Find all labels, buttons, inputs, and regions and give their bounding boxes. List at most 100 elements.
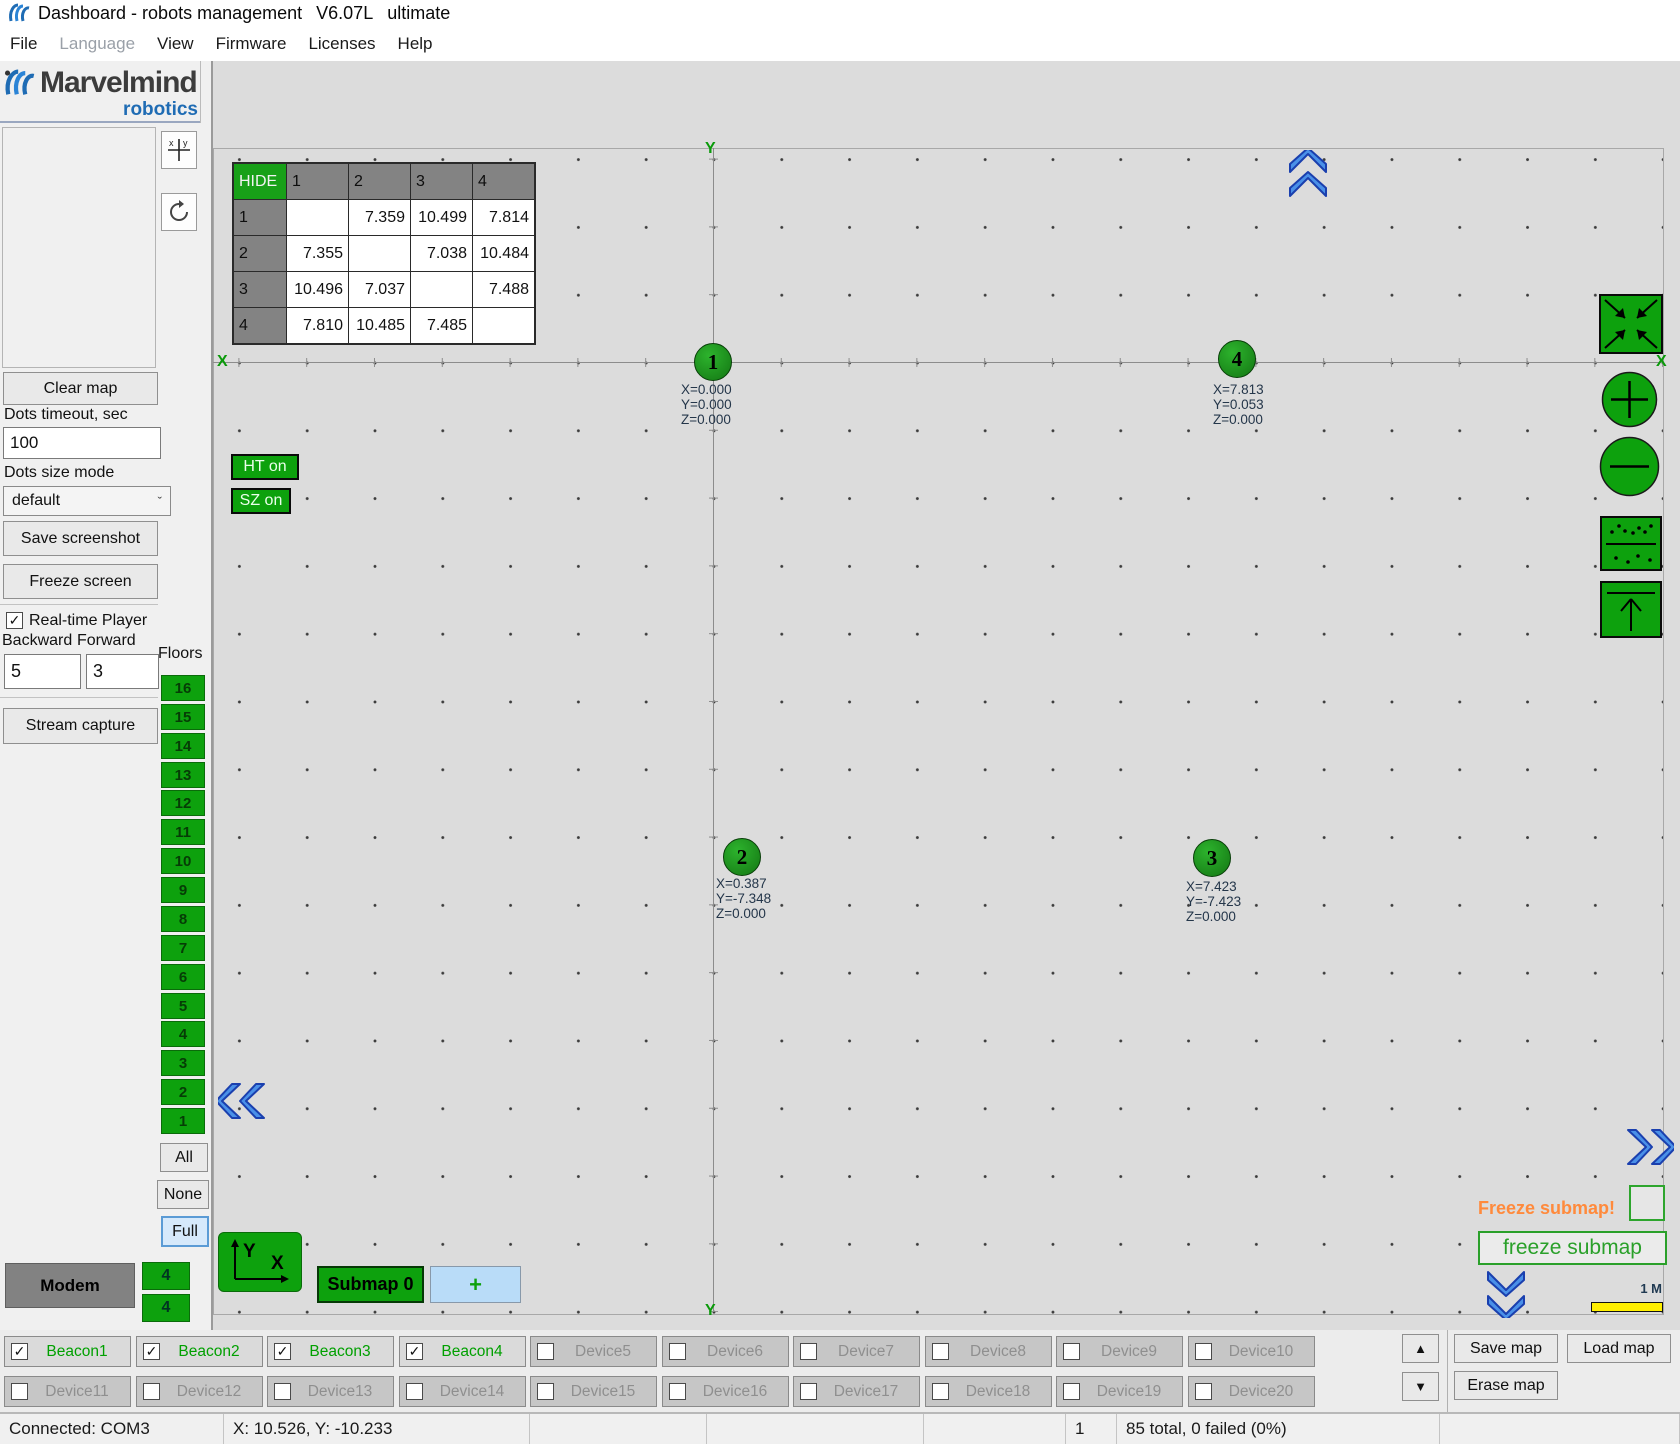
device17-checkbox[interactable] [800,1383,817,1400]
floor-button-6[interactable]: 6 [161,964,205,990]
freeze-submap-checkbox[interactable] [1629,1185,1665,1221]
floor-button-3[interactable]: 3 [161,1050,205,1076]
freeze-submap-button[interactable]: freeze submap [1478,1231,1667,1265]
axes-orientation-indicator[interactable]: Y X [218,1232,302,1292]
floor-count-button-1[interactable]: 4 [142,1262,190,1290]
floor-button-9[interactable]: 9 [161,877,205,903]
device9-checkbox[interactable] [1063,1343,1080,1360]
floors-all-button[interactable]: All [160,1143,208,1172]
beacon3-checkbox[interactable]: ✓ [274,1343,291,1360]
devices-scroll-down-button[interactable]: ▼ [1402,1372,1439,1401]
device7-checkbox[interactable] [800,1343,817,1360]
forward-input[interactable]: 3 [86,654,159,689]
floor-button-4[interactable]: 4 [161,1021,205,1047]
distance-matrix-table[interactable]: HIDE123417.35910.4997.81427.3557.03810.4… [232,162,536,345]
device7-cell[interactable]: Device7 [793,1336,920,1367]
floors-none-button[interactable]: None [157,1180,209,1209]
dots-size-select[interactable]: default ˇ [3,486,171,516]
device16-cell[interactable]: Device16 [662,1376,789,1407]
floor-button-7[interactable]: 7 [161,935,205,961]
device20-checkbox[interactable] [1195,1383,1212,1400]
fit-to-screen-button[interactable] [1599,294,1663,354]
device18-checkbox[interactable] [932,1383,949,1400]
beacon4-checkbox[interactable]: ✓ [406,1343,423,1360]
sz-on-button[interactable]: SZ on [231,488,291,514]
beacon-marker-2[interactable]: 2 [723,838,761,876]
menu-help[interactable]: Help [398,30,433,58]
menu-file[interactable]: File [10,30,37,58]
device5-cell[interactable]: Device5 [530,1336,657,1367]
beacon-marker-4[interactable]: 4 [1218,340,1256,378]
device15-checkbox[interactable] [537,1383,554,1400]
device12-checkbox[interactable] [143,1383,160,1400]
beacon2-cell[interactable]: ✓Beacon2 [136,1336,263,1367]
beacon-marker-3[interactable]: 3 [1193,839,1231,877]
device18-cell[interactable]: Device18 [925,1376,1052,1407]
menu-firmware[interactable]: Firmware [216,30,287,58]
floor-button-14[interactable]: 14 [161,733,205,759]
device13-cell[interactable]: Device13 [267,1376,394,1407]
matrix-hide-button[interactable]: HIDE [234,164,286,199]
floor-button-10[interactable]: 10 [161,848,205,874]
pan-left-icon[interactable] [218,1080,268,1122]
rotate-tool-button[interactable] [161,193,197,231]
dots-timeout-input[interactable]: 100 [3,427,161,459]
device8-cell[interactable]: Device8 [925,1336,1052,1367]
realtime-player-checkbox[interactable]: ✓ [6,612,23,629]
erase-map-button[interactable]: Erase map [1454,1371,1558,1400]
floor-button-8[interactable]: 8 [161,906,205,932]
backward-input[interactable]: 5 [4,654,81,689]
floor-count-button-2[interactable]: 4 [142,1294,190,1322]
floors-full-button[interactable]: Full [161,1216,209,1247]
floor-button-12[interactable]: 12 [161,790,205,816]
device11-checkbox[interactable] [11,1383,28,1400]
beacon1-cell[interactable]: ✓Beacon1 [4,1336,131,1367]
device6-checkbox[interactable] [669,1343,686,1360]
add-submap-button[interactable]: + [430,1266,521,1303]
beacon2-checkbox[interactable]: ✓ [143,1343,160,1360]
save-map-button[interactable]: Save map [1454,1334,1558,1363]
device19-cell[interactable]: Device19 [1056,1376,1183,1407]
floor-button-16[interactable]: 16 [161,675,205,701]
pan-up-icon[interactable] [1286,150,1330,198]
submap-0-button[interactable]: Submap 0 [317,1266,424,1303]
device11-cell[interactable]: Device11 [4,1376,131,1407]
device13-checkbox[interactable] [274,1383,291,1400]
device16-checkbox[interactable] [669,1383,686,1400]
floor-button-13[interactable]: 13 [161,762,205,788]
snap-to-top-button[interactable] [1600,581,1662,638]
device10-checkbox[interactable] [1195,1343,1212,1360]
load-map-button[interactable]: Load map [1567,1334,1671,1363]
dots-filter-button[interactable] [1600,516,1662,571]
device14-cell[interactable]: Device14 [399,1376,526,1407]
device14-checkbox[interactable] [406,1383,423,1400]
freeze-screen-button[interactable]: Freeze screen [3,564,158,599]
clear-map-button[interactable]: Clear map [3,372,158,405]
device6-cell[interactable]: Device6 [662,1336,789,1367]
zoom-in-button[interactable] [1601,371,1658,428]
floor-button-5[interactable]: 5 [161,993,205,1019]
beacon3-cell[interactable]: ✓Beacon3 [267,1336,394,1367]
beacon4-cell[interactable]: ✓Beacon4 [399,1336,526,1367]
menu-language[interactable]: Language [59,30,135,58]
beacon-marker-1[interactable]: 1 [694,343,732,381]
save-screenshot-button[interactable]: Save screenshot [3,521,158,556]
device15-cell[interactable]: Device15 [530,1376,657,1407]
modem-button[interactable]: Modem [5,1263,135,1308]
device17-cell[interactable]: Device17 [793,1376,920,1407]
pan-down-icon[interactable] [1484,1270,1528,1318]
floor-button-15[interactable]: 15 [161,704,205,730]
device8-checkbox[interactable] [932,1343,949,1360]
pan-right-icon[interactable] [1624,1126,1674,1168]
device20-cell[interactable]: Device20 [1188,1376,1315,1407]
axes-tool-button[interactable]: x y [161,131,197,169]
devices-scroll-up-button[interactable]: ▲ [1402,1334,1439,1363]
device10-cell[interactable]: Device10 [1188,1336,1315,1367]
floor-button-11[interactable]: 11 [161,819,205,845]
ht-on-button[interactable]: HT on [231,454,299,480]
floor-button-2[interactable]: 2 [161,1079,205,1105]
stream-capture-button[interactable]: Stream capture [3,708,158,744]
beacon1-checkbox[interactable]: ✓ [11,1343,28,1360]
device12-cell[interactable]: Device12 [136,1376,263,1407]
menu-licenses[interactable]: Licenses [308,30,375,58]
